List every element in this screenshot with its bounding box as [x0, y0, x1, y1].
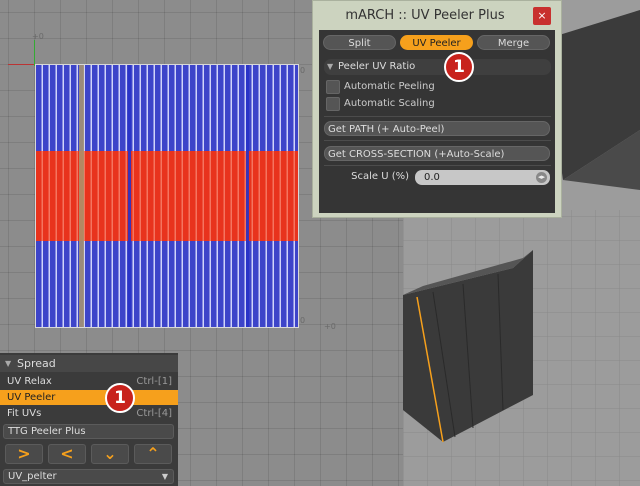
- tab-merge[interactable]: Merge: [477, 35, 550, 50]
- menu-item-shortcut: Ctrl-[1]: [136, 376, 172, 387]
- automatic-scaling-checkbox[interactable]: [326, 97, 340, 111]
- menu-item-label: UV Peeler: [7, 392, 56, 403]
- chevron-right-icon: >: [17, 444, 31, 463]
- arrow-left-button[interactable]: <: [48, 444, 86, 464]
- uv-seam-column: [128, 65, 131, 327]
- arrow-down-button[interactable]: ⌄: [91, 444, 129, 464]
- window-titlebar[interactable]: mARCH :: UV Peeler Plus ×: [313, 1, 561, 30]
- section-peeler-uv-ratio[interactable]: ▼ Peeler UV Ratio: [324, 59, 551, 75]
- chevron-up-icon: ⌃: [146, 444, 160, 463]
- uv-peeler-window[interactable]: mARCH :: UV Peeler Plus × Split UV Peele…: [312, 0, 562, 218]
- scale-u-label: Scale U (%): [351, 171, 409, 182]
- divider: [324, 116, 551, 117]
- uv-seam-column: [246, 65, 249, 327]
- arrow-up-button[interactable]: ⌃: [134, 444, 172, 464]
- uv-island-top: [36, 65, 298, 151]
- scale-u-value: 0.0: [424, 172, 440, 183]
- uv-relax-item[interactable]: UV Relax Ctrl-[1]: [0, 374, 178, 389]
- automatic-scaling-label: Automatic Scaling: [344, 98, 435, 109]
- peeler-panel: Split UV Peeler Merge ▼ Peeler UV Ratio …: [319, 30, 555, 213]
- menu-item-label: UV Relax: [7, 376, 52, 387]
- window-title: mARCH :: UV Peeler Plus: [345, 8, 505, 23]
- uv-peeler-item[interactable]: UV Peeler: [0, 390, 178, 405]
- uv-map[interactable]: [35, 64, 299, 328]
- uv-seam-column: [79, 65, 84, 327]
- get-path-button[interactable]: Get PATH (+ Auto-Peel): [324, 121, 550, 136]
- section-title: Peeler UV Ratio: [338, 61, 416, 72]
- spinner-icon[interactable]: ◂▸: [536, 172, 547, 183]
- automatic-peeling-checkbox[interactable]: [326, 80, 340, 94]
- dropdown-value: UV_pelter: [8, 471, 57, 482]
- spread-header[interactable]: ▼ Spread: [0, 355, 178, 372]
- axis-tick-label: 0: [300, 316, 306, 325]
- scale-u-input[interactable]: 0.0 ◂▸: [415, 170, 550, 185]
- automatic-peeling-label: Automatic Peeling: [344, 81, 435, 92]
- step-badge: 1: [444, 52, 474, 82]
- menu-item-label: Fit UVs: [7, 408, 42, 419]
- chevron-left-icon: <: [60, 444, 74, 463]
- get-cross-section-button[interactable]: Get CROSS-SECTION (+Auto-Scale): [324, 146, 550, 161]
- spread-header-label: Spread: [17, 357, 56, 370]
- tab-split[interactable]: Split: [323, 35, 396, 50]
- arrow-right-button[interactable]: >: [5, 444, 43, 464]
- chevron-down-icon: ⌄: [103, 444, 117, 463]
- y-axis-line: [34, 40, 35, 66]
- uv-island-bottom: [36, 241, 298, 327]
- divider: [324, 140, 551, 141]
- menu-item-shortcut: Ctrl-[4]: [136, 408, 172, 419]
- collapse-arrow-icon: ▼: [327, 62, 334, 71]
- preset-dropdown[interactable]: UV_pelter ▼: [3, 469, 174, 484]
- axis-tick-label: +0: [324, 322, 336, 331]
- uv-island-selected: [36, 151, 298, 241]
- ttg-peeler-plus-button[interactable]: TTG Peeler Plus: [3, 424, 174, 439]
- close-button[interactable]: ×: [533, 7, 551, 25]
- axis-tick-label: 0: [300, 66, 306, 75]
- fit-uvs-item[interactable]: Fit UVs Ctrl-[4]: [0, 406, 178, 421]
- collapse-arrow-icon: ▼: [5, 359, 12, 368]
- step-badge: 1: [105, 383, 135, 413]
- x-axis-line: [8, 64, 36, 65]
- tool-palette: ▼ Spread UV Relax Ctrl-[1] UV Peeler Fit…: [0, 353, 178, 486]
- chevron-down-icon: ▼: [161, 472, 168, 481]
- divider: [324, 165, 551, 166]
- tab-uv-peeler[interactable]: UV Peeler: [400, 35, 473, 50]
